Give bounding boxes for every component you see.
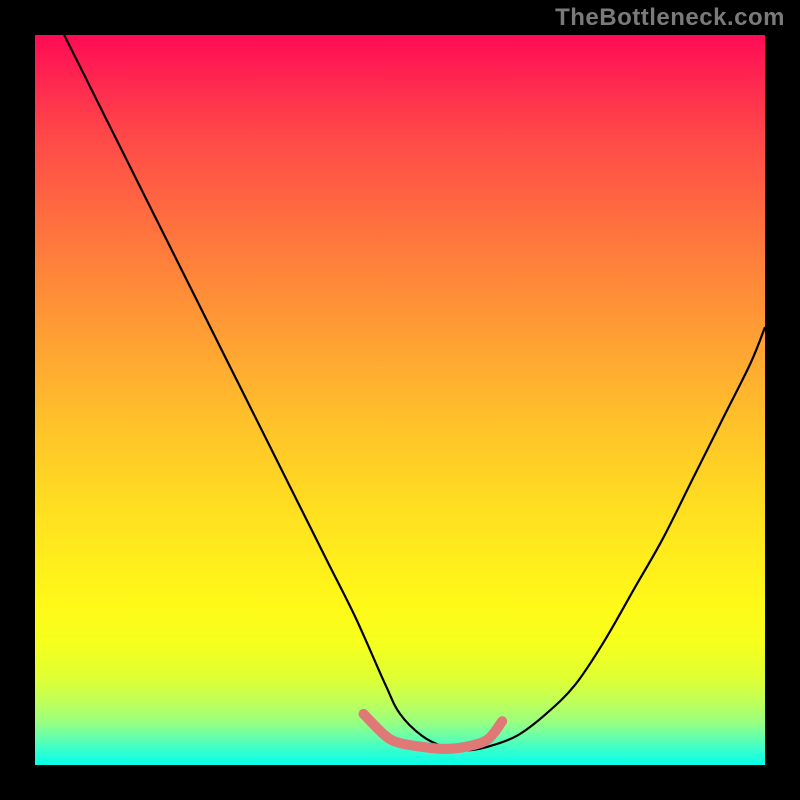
chart-svg: [35, 35, 765, 765]
chart-frame: TheBottleneck.com: [0, 0, 800, 800]
watermark-text: TheBottleneck.com: [555, 4, 785, 32]
bottleneck-curve-path: [64, 35, 765, 750]
optimal-zone-overlay-path: [364, 714, 503, 749]
plot-area: [35, 35, 765, 765]
